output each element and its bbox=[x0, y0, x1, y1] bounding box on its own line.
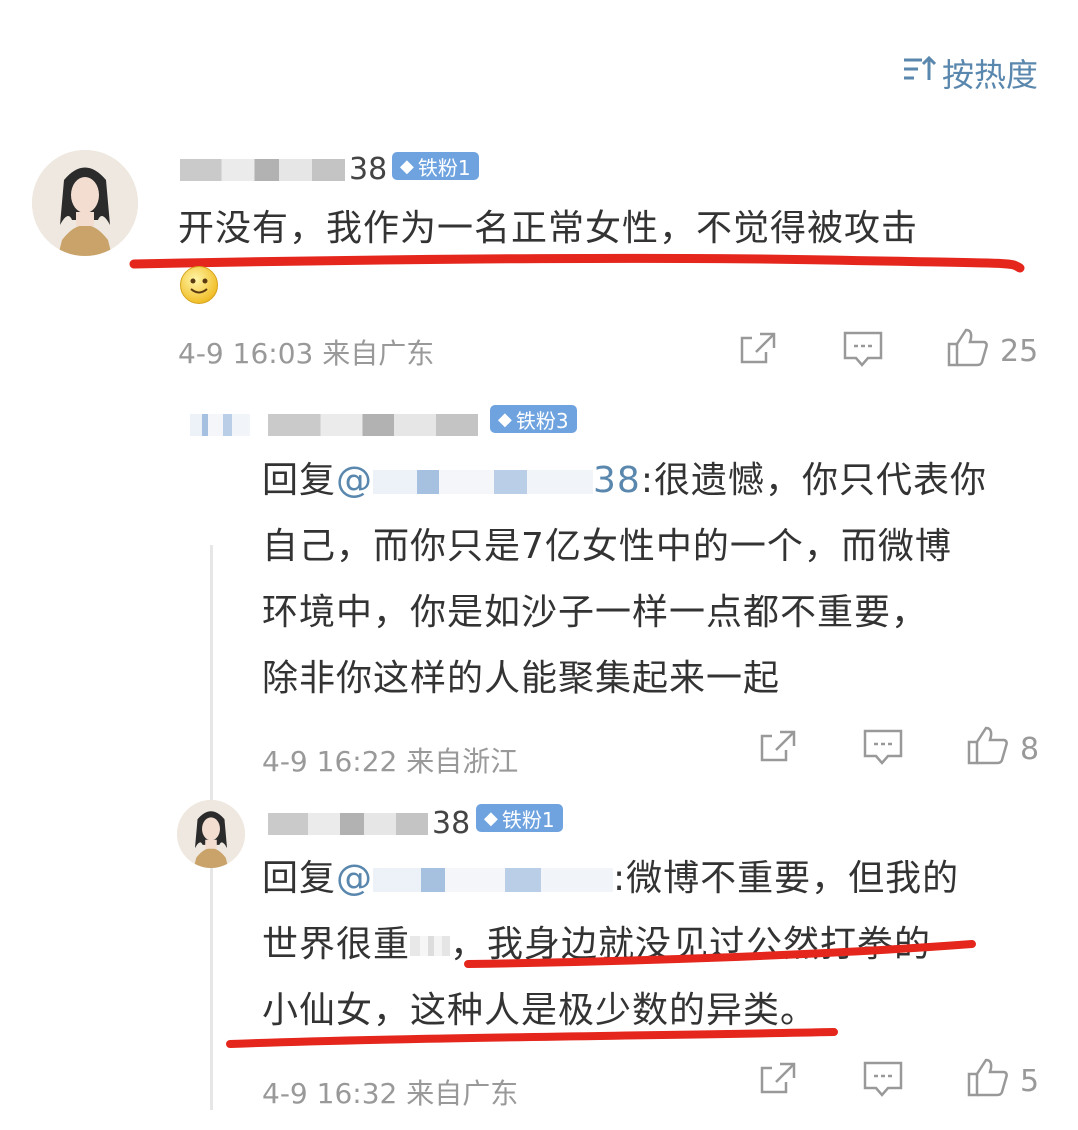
diamond-icon: ◆ bbox=[400, 155, 414, 177]
blurred-mention bbox=[373, 470, 594, 494]
like-icon bbox=[966, 1056, 1010, 1106]
reply-line-1: 回复@ 38:很遗憾，你只代表你 bbox=[262, 460, 987, 501]
like-count: 25 bbox=[1000, 333, 1039, 369]
comment-icon bbox=[842, 330, 884, 376]
reply-line-1: 回复@:微博不重要，但我的 bbox=[262, 858, 960, 899]
diamond-icon: ◆ bbox=[498, 408, 512, 430]
red-underline bbox=[129, 253, 1025, 273]
red-underline bbox=[226, 1028, 838, 1048]
comment-button[interactable] bbox=[862, 728, 904, 774]
username[interactable]: 38 bbox=[180, 152, 387, 187]
comment-meta: 4-9 16:03 来自广东 bbox=[178, 332, 434, 372]
fan-badge[interactable]: ◆ 铁粉3 bbox=[490, 405, 577, 433]
like-button[interactable]: 5 bbox=[966, 1056, 1039, 1106]
blurred-username bbox=[180, 158, 345, 181]
username[interactable]: 38 bbox=[268, 806, 470, 841]
fan-badge[interactable]: ◆ 铁粉1 bbox=[476, 804, 563, 832]
diamond-icon: ◆ bbox=[484, 807, 498, 829]
like-button[interactable]: 25 bbox=[946, 326, 1038, 376]
avatar[interactable] bbox=[177, 800, 245, 868]
share-button[interactable] bbox=[758, 1060, 798, 1104]
blurred-username bbox=[268, 414, 478, 436]
comment-icon bbox=[862, 1060, 904, 1106]
reply-line-3: 环境中，你是如沙子一样一点都不重要， bbox=[262, 592, 929, 633]
sort-label: 按热度 bbox=[941, 56, 1038, 94]
like-button[interactable]: 8 bbox=[966, 724, 1039, 774]
blurred-username bbox=[268, 812, 428, 835]
like-icon bbox=[966, 724, 1010, 774]
comment-meta: 4-9 16:32 来自广东 bbox=[262, 1072, 518, 1112]
timestamp: 4-9 16:32 bbox=[262, 1077, 398, 1110]
like-count: 8 bbox=[1020, 731, 1040, 767]
avatar[interactable] bbox=[32, 150, 138, 256]
blurred-text bbox=[410, 936, 451, 956]
location: 来自浙江 bbox=[406, 745, 519, 778]
share-icon bbox=[738, 330, 778, 374]
share-button[interactable] bbox=[738, 330, 778, 374]
location: 来自广东 bbox=[406, 1077, 519, 1110]
share-button[interactable] bbox=[758, 728, 798, 772]
comment-button[interactable] bbox=[862, 1060, 904, 1106]
share-icon bbox=[758, 1060, 798, 1104]
location: 来自广东 bbox=[322, 337, 435, 370]
red-underline bbox=[464, 940, 976, 968]
blurred-mention bbox=[373, 868, 614, 892]
reply-line-4: 除非你这样的人能聚集起来一起 bbox=[262, 658, 781, 699]
sort-icon bbox=[902, 54, 937, 92]
comment-icon bbox=[862, 728, 904, 774]
smile-emoji-icon bbox=[180, 266, 218, 304]
blurred-avatar bbox=[190, 414, 250, 436]
fan-badge[interactable]: ◆ 铁粉1 bbox=[392, 152, 479, 180]
reply-text: 回复@ 38:很遗憾，你只代表你 自己，而你只是7亿女性中的一个，而微博 环境中，… bbox=[262, 448, 987, 712]
like-icon bbox=[946, 326, 990, 376]
timestamp: 4-9 16:03 bbox=[178, 337, 314, 370]
mention-link[interactable]: @ bbox=[336, 858, 614, 899]
timestamp: 4-9 16:22 bbox=[262, 745, 398, 778]
comment-meta: 4-9 16:22 来自浙江 bbox=[262, 740, 518, 780]
sort-by-hot-button[interactable]: 按热度 bbox=[902, 50, 1038, 96]
mention-link[interactable]: @38 bbox=[336, 460, 641, 501]
share-icon bbox=[758, 728, 798, 772]
username[interactable] bbox=[190, 414, 478, 436]
comment-button[interactable] bbox=[842, 330, 884, 376]
reply-line-2: 自己，而你只是7亿女性中的一个，而微博 bbox=[262, 526, 952, 567]
like-count: 5 bbox=[1020, 1063, 1040, 1099]
